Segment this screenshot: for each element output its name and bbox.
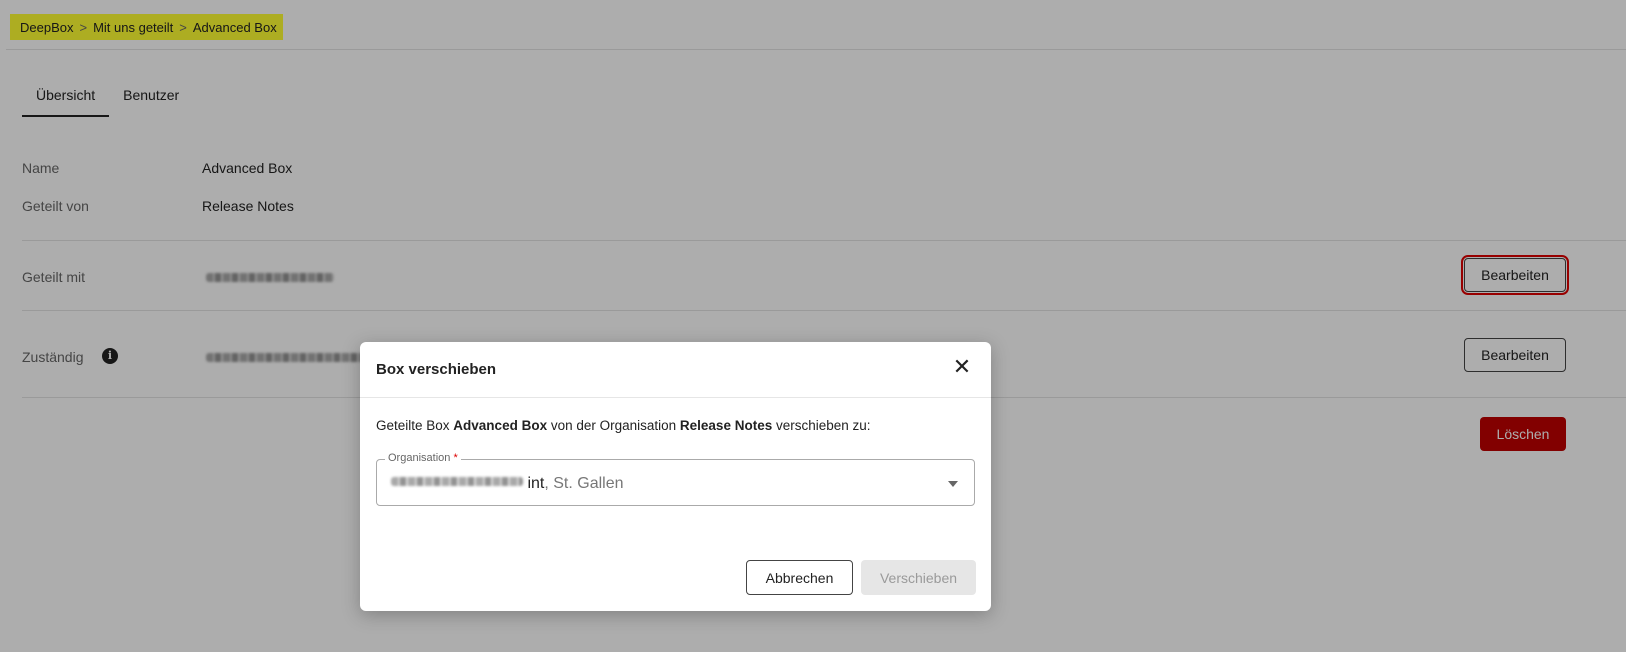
organisation-name-redacted bbox=[391, 477, 523, 487]
required-marker: * bbox=[453, 452, 458, 464]
chevron-down-icon[interactable] bbox=[948, 481, 958, 487]
organisation-value-visible: int bbox=[527, 475, 545, 492]
dialog-text-part: verschieben zu: bbox=[772, 418, 871, 433]
close-icon[interactable]: ✕ bbox=[951, 356, 973, 378]
dialog-text-part: Geteilte Box bbox=[376, 418, 454, 433]
move-button[interactable]: Verschieben bbox=[861, 560, 976, 595]
dialog-org-name: Release Notes bbox=[679, 418, 773, 433]
dialog-description: Geteilte Box Advanced Box von der Organi… bbox=[376, 418, 871, 433]
dialog-box-name: Advanced Box bbox=[453, 418, 548, 433]
dialog-header: Box verschieben ✕ bbox=[360, 342, 991, 398]
select-label-text: Organisation bbox=[388, 452, 451, 464]
cancel-button[interactable]: Abbrechen bbox=[746, 560, 853, 595]
move-box-dialog: Box verschieben ✕ Geteilte Box Advanced … bbox=[360, 342, 991, 611]
organisation-select[interactable]: Organisation * int, St. Gallen bbox=[376, 452, 975, 506]
organisation-select-value: int, St. Gallen bbox=[391, 475, 624, 493]
organisation-select-label: Organisation * bbox=[385, 452, 461, 464]
dialog-title: Box verschieben bbox=[376, 361, 497, 378]
organisation-value-location: , St. Gallen bbox=[544, 475, 624, 492]
dialog-text-part: von der Organisation bbox=[547, 418, 680, 433]
